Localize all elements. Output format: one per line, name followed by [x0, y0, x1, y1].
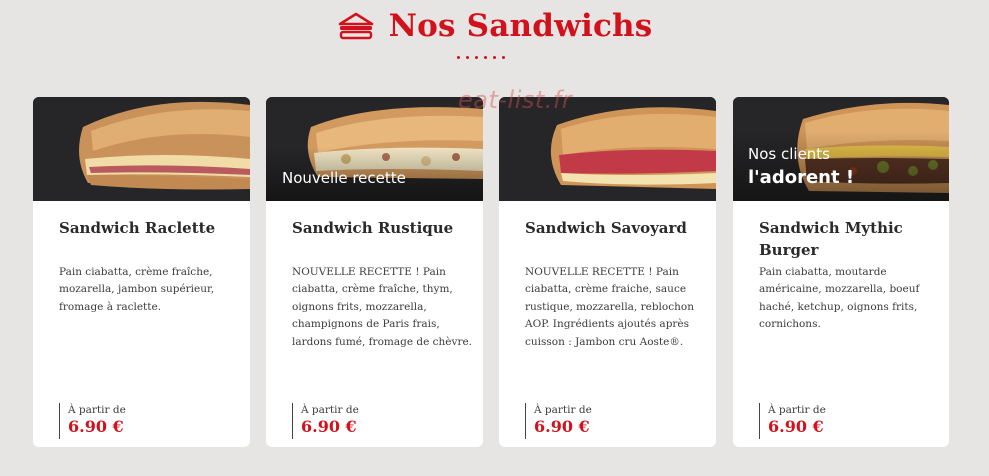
product-title[interactable]: Sandwich Rustique [292, 217, 472, 239]
product-card-mythic-burger[interactable]: Nos clients l'adorent ! Sandwich Mythic … [733, 97, 949, 447]
price-label: À partir de [768, 404, 826, 416]
price-value: 6.90 € [534, 417, 590, 436]
new-recipe-badge: Nouvelle recette [282, 169, 406, 187]
sandwich-menu-page: Nos Sandwichs eat-list.fr Sandwich Racle… [0, 0, 989, 476]
product-image[interactable]: Nouvelle recette [266, 97, 483, 201]
product-card-rustique[interactable]: Nouvelle recette Sandwich Rustique NOUVE… [266, 97, 483, 447]
page-title: Nos Sandwichs [388, 8, 653, 44]
price-value: 6.90 € [68, 417, 124, 436]
price-block: À partir de 6.90 € [292, 403, 359, 439]
price-block: À partir de 6.90 € [59, 403, 126, 439]
price-block: À partir de 6.90 € [525, 403, 592, 439]
product-description: Pain ciabatta, moutarde américaine, mozz… [759, 266, 920, 331]
promo-tag-line2: l'adorent ! [748, 167, 855, 188]
sandwich-icon [338, 12, 373, 40]
product-description: NOUVELLE RECETTE ! Pain ciabatta, crème … [292, 266, 473, 348]
price-block: À partir de 6.90 € [759, 403, 826, 439]
price-value: 6.90 € [301, 417, 357, 436]
section-header: Nos Sandwichs [0, 8, 989, 44]
product-title[interactable]: Sandwich Mythic Burger [759, 217, 939, 261]
price-value: 6.90 € [768, 417, 824, 436]
product-description: Pain ciabatta, crème fraîche, mozarella,… [59, 266, 215, 313]
title-divider [457, 56, 505, 59]
product-card-savoyard[interactable]: Sandwich Savoyard NOUVELLE RECETTE ! Pai… [499, 97, 716, 447]
product-image[interactable]: Nos clients l'adorent ! [733, 97, 949, 201]
promo-tag-line1: Nos clients [748, 145, 830, 163]
product-image[interactable] [33, 97, 250, 201]
product-description: NOUVELLE RECETTE ! Pain ciabatta, crème … [525, 266, 694, 348]
watermark: eat-list.fr [458, 86, 573, 114]
price-label: À partir de [68, 404, 126, 416]
product-card-raclette[interactable]: Sandwich Raclette Pain ciabatta, crème f… [33, 97, 250, 447]
product-title[interactable]: Sandwich Raclette [59, 217, 239, 239]
price-label: À partir de [534, 404, 592, 416]
price-label: À partir de [301, 404, 359, 416]
product-title[interactable]: Sandwich Savoyard [525, 217, 705, 239]
